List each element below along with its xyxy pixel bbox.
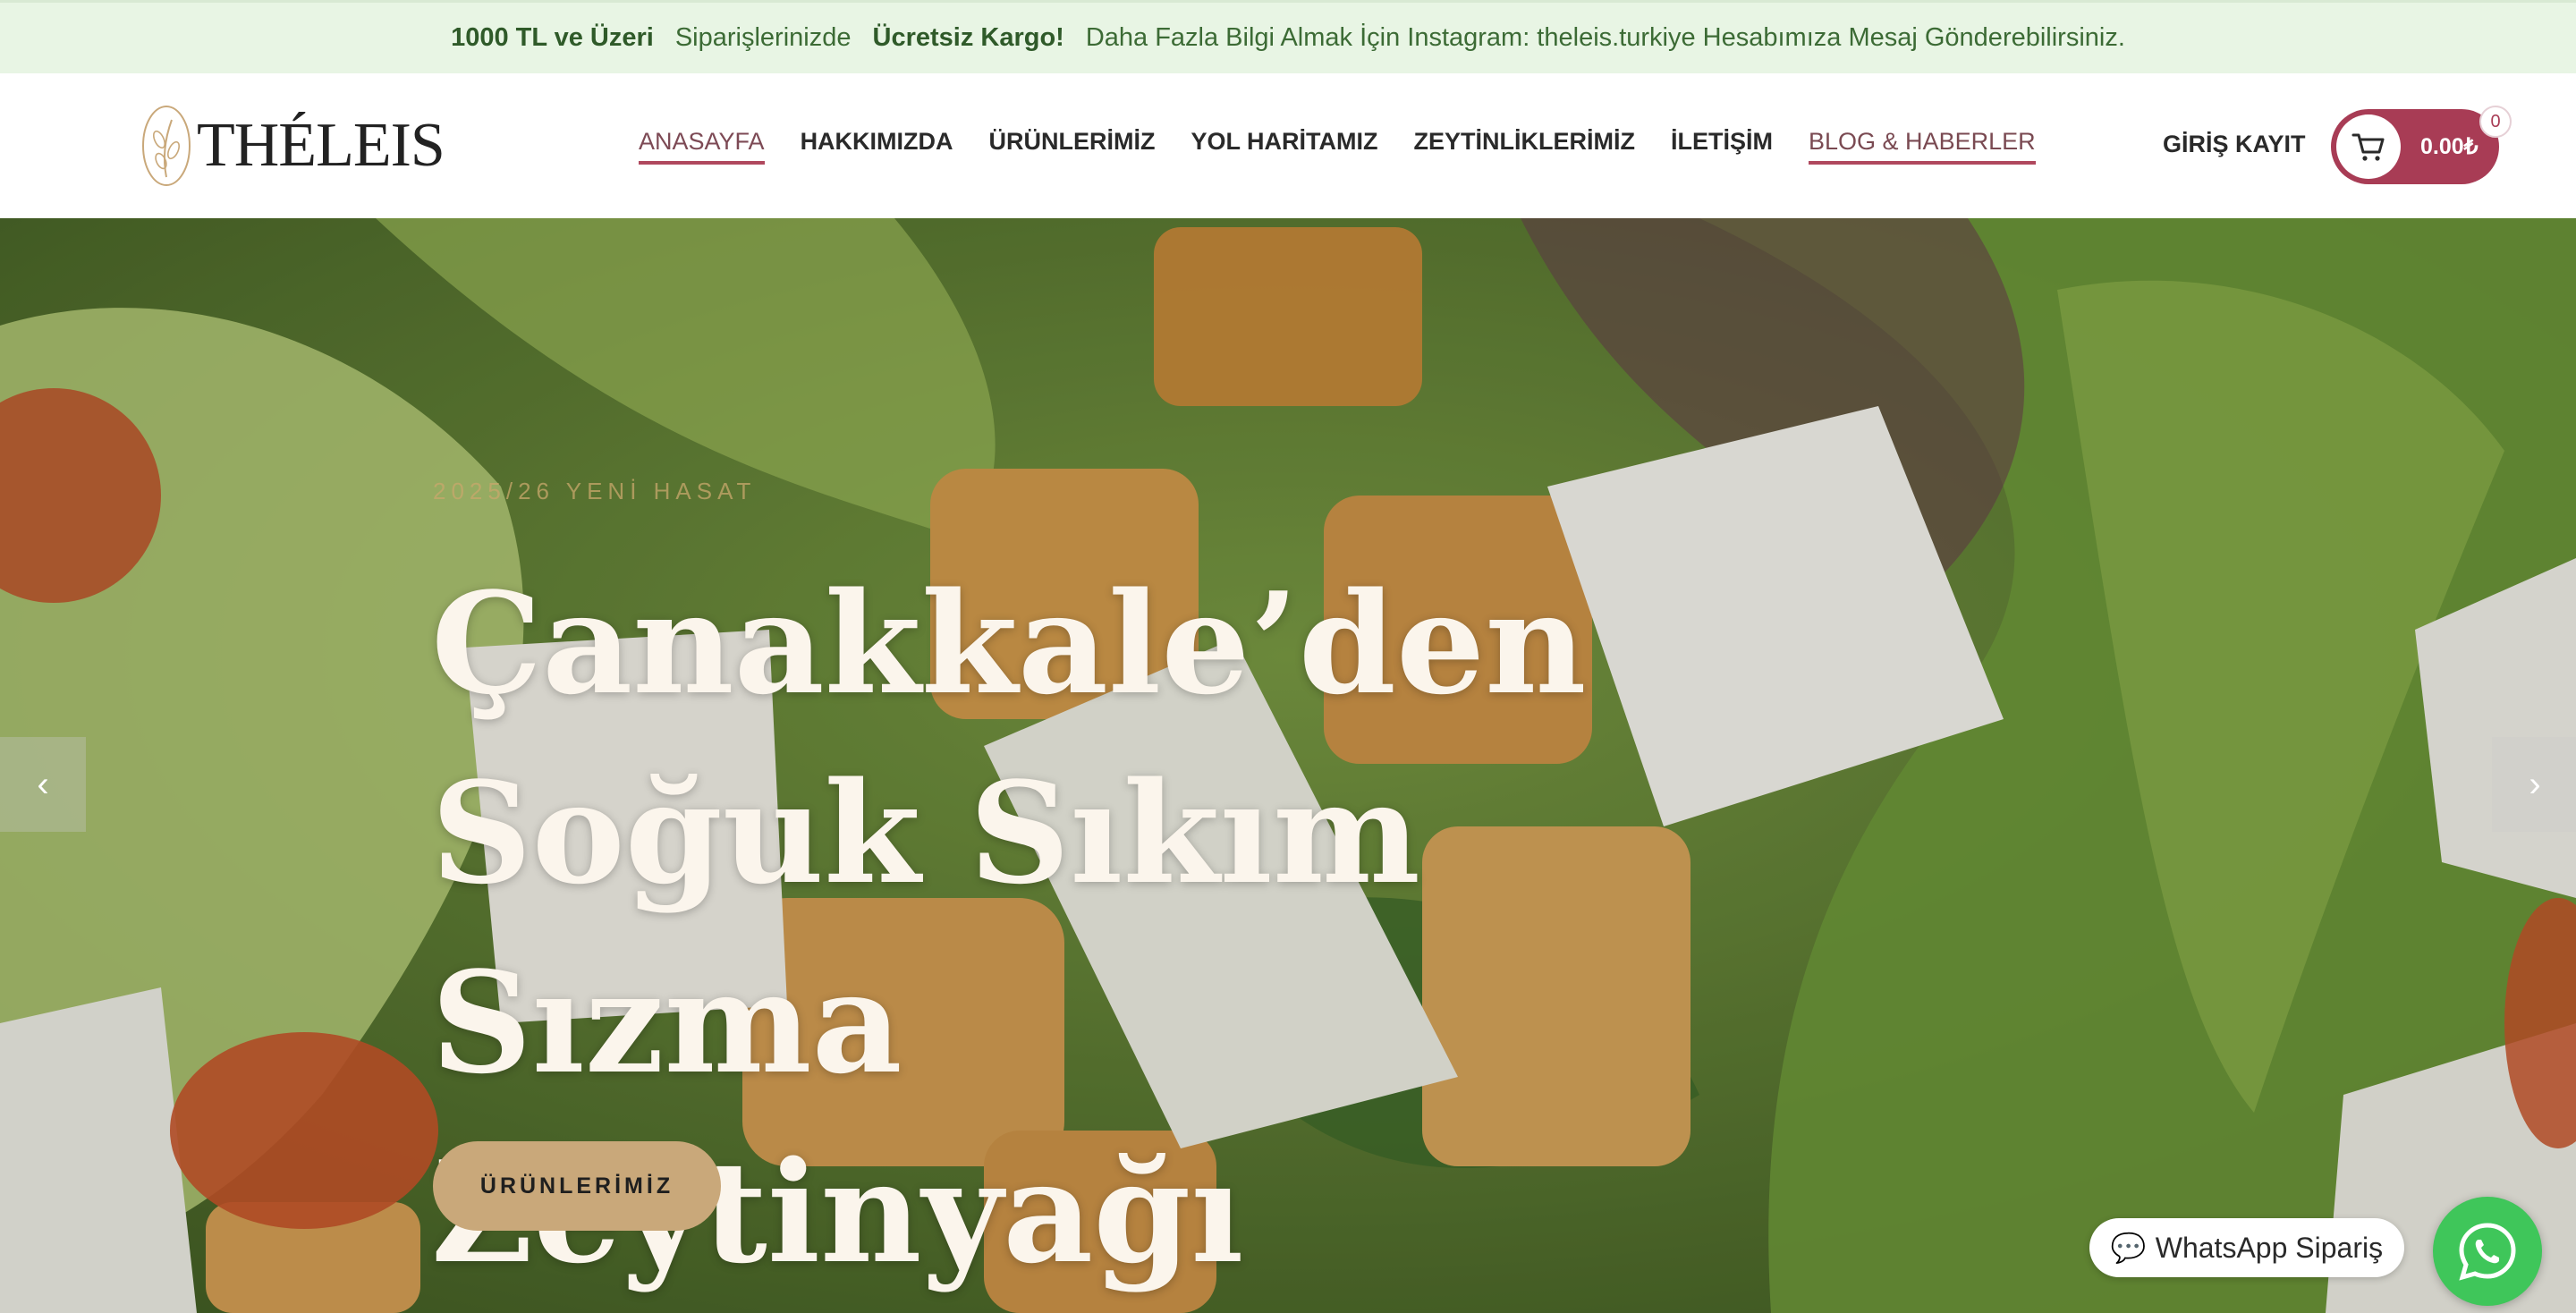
nav-item-zeytinliklerimiz[interactable]: ZEYTİNLİKLERİMİZ <box>1414 128 1635 165</box>
nav-item-iletisim[interactable]: İLETİŞİM <box>1671 128 1773 165</box>
main-nav: ANASAYFA HAKKIMIZDA ÜRÜNLERİMİZ YOL HARİ… <box>639 73 2036 218</box>
nav-item-anasayfa[interactable]: ANASAYFA <box>639 128 765 165</box>
site-header: THÉLEIS ANASAYFA HAKKIMIZDA ÜRÜNLERİMİZ … <box>0 73 2576 218</box>
olive-branch-logo-icon <box>142 106 191 186</box>
announcement-free-shipping: Ücretsiz Kargo! <box>872 23 1064 52</box>
announcement-instagram-info: Daha Fazla Bilgi Almak İçin Instagram: t… <box>1085 23 2125 52</box>
cart-count-badge: 0 <box>2479 106 2512 138</box>
chat-bubble-icon: 💬 <box>2110 1232 2147 1264</box>
hero-slider: 2025/26 YENİ HASAT Çanakkale’den Soğuk S… <box>0 218 2576 1313</box>
cart-button[interactable]: 0.00₺ <box>2331 109 2499 184</box>
whatsapp-order-text: WhatsApp Sipariş <box>2155 1231 2384 1264</box>
logo-wordmark: THÉLEIS <box>197 111 445 180</box>
hero-headline-line1: Çanakkale’den <box>431 562 1587 725</box>
nav-item-urunlerimiz[interactable]: ÜRÜNLERİMİZ <box>989 128 1156 165</box>
announcement-orders: Siparişlerinizde <box>674 23 852 52</box>
hero-headline-line3: Sızma Zeytinyağı <box>431 941 1244 1294</box>
announcement-bar: 1000 TL ve Üzeri Siparişlerinizde Ücrets… <box>0 0 2576 73</box>
nav-item-blog-haberler[interactable]: BLOG & HABERLER <box>1809 128 2036 165</box>
chevron-right-icon: › <box>2529 764 2541 804</box>
slider-prev-button[interactable]: ‹ <box>0 737 86 832</box>
whatsapp-button[interactable] <box>2433 1197 2542 1306</box>
cart-icon-wrap <box>2336 114 2401 179</box>
whatsapp-icon <box>2459 1223 2516 1281</box>
site-logo[interactable]: THÉLEIS <box>140 104 445 188</box>
announcement-threshold: 1000 TL ve Üzeri <box>451 23 654 52</box>
hero-eyebrow: 2025/26 YENİ HASAT <box>433 478 757 504</box>
nav-item-yol-haritamiz[interactable]: YOL HARİTAMIZ <box>1191 128 1378 165</box>
hero-headline-line2: Soğuk Sıkım <box>431 751 1420 915</box>
cart-total: 0.00₺ <box>2420 134 2479 159</box>
whatsapp-order-label[interactable]: 💬 WhatsApp Sipariş <box>2089 1218 2404 1277</box>
nav-item-hakkimizda[interactable]: HAKKIMIZDA <box>801 128 953 165</box>
chevron-left-icon: ‹ <box>37 764 49 804</box>
login-register-link[interactable]: GİRİŞ KAYIT <box>2163 131 2306 158</box>
slider-next-button[interactable]: › <box>2492 737 2576 832</box>
hero-products-button[interactable]: ÜRÜNLERİMİZ <box>433 1141 721 1231</box>
cart-icon <box>2351 133 2385 161</box>
